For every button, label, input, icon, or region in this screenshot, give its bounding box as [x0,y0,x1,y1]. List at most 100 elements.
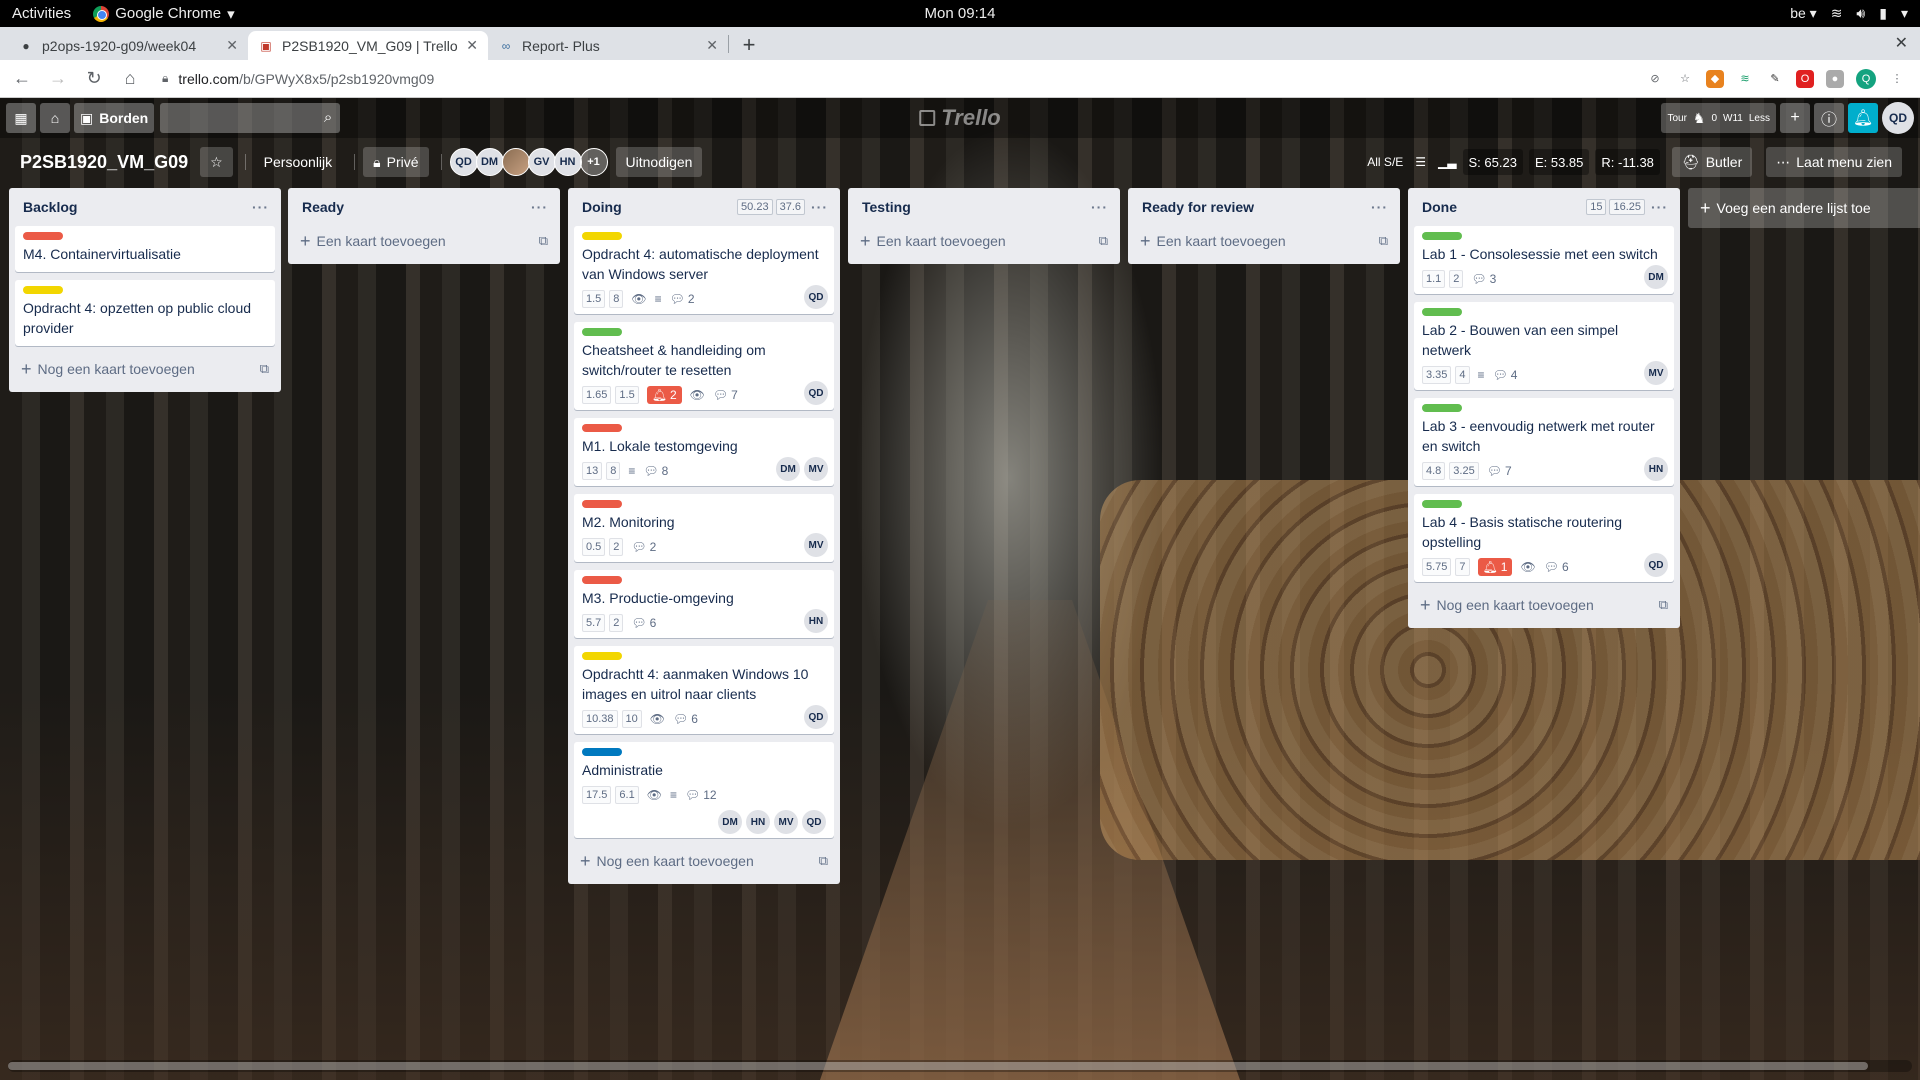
card-member-avatar[interactable]: QD [804,381,828,405]
card[interactable]: M4. Containervirtualisatie [15,226,275,272]
member-avatar[interactable]: GV [527,148,556,176]
member-avatar-photo[interactable] [501,148,530,176]
list-header[interactable]: Done 15 16.25 ··· [1414,188,1674,226]
add-card-button[interactable]: + Een kaart toevoegen ⧉ [1134,226,1394,256]
card-member-avatar[interactable]: QD [804,285,828,309]
card-label-blue[interactable] [582,748,622,756]
template-icon[interactable]: ⧉ [819,853,828,869]
card[interactable]: M1. Lokale testomgeving 13 8 ≡ 💬︎ 8 DM MV [574,418,834,486]
more-members[interactable]: +1 [579,148,608,176]
system-tray[interactable]: be ▾ ≋ 🔊︎ ▮ ▾ [1790,5,1908,22]
template-icon[interactable]: ⧉ [1379,233,1388,249]
info-button[interactable]: ⓘ [1814,103,1844,133]
card-label-red[interactable] [23,232,63,240]
list-icon[interactable]: ☰ [1415,155,1426,169]
card-label-green[interactable] [1422,232,1462,240]
kebab-menu-icon[interactable]: ⋮ [1888,69,1906,88]
team-button[interactable]: Persoonlijk [254,147,342,177]
horizontal-scrollbar[interactable] [8,1060,1912,1072]
list-menu-icon[interactable]: ··· [1371,199,1388,215]
card-label-green[interactable] [1422,308,1462,316]
extension-icon[interactable]: ✎ [1766,69,1784,88]
visibility-button[interactable]: 🔒︎ Privé [363,147,429,177]
add-card-button[interactable]: + Nog een kaart toevoegen ⧉ [574,846,834,876]
extension-badges[interactable]: Tour ♞ 0 W11 Less [1661,103,1776,133]
app-menu[interactable]: Google Chrome ▾ [93,5,235,23]
template-icon[interactable]: ⧉ [539,233,548,249]
browser-tab[interactable]: ∞ Report- Plus ✕ [488,31,728,60]
list-menu-icon[interactable]: ··· [1651,199,1668,215]
browser-tab[interactable]: ● p2ops-1920-g09/week04 ✕ [8,31,248,60]
card-label-green[interactable] [1422,404,1462,412]
card-label-red[interactable] [582,500,622,508]
star-board-button[interactable]: ☆ [200,147,233,177]
list-header[interactable]: Testing ··· [854,188,1114,226]
add-card-button[interactable]: + Een kaart toevoegen ⧉ [854,226,1114,256]
chart-icon[interactable]: ▁▃ [1438,155,1456,169]
metamask-icon[interactable]: ◆ [1706,69,1724,88]
all-se-label[interactable]: All S/E [1367,155,1403,169]
list-header[interactable]: Doing 50.23 37.6 ··· [574,188,834,226]
card-member-avatar[interactable]: DM [1644,265,1668,289]
list-title[interactable]: Doing [582,199,737,215]
list-menu-icon[interactable]: ··· [252,199,269,215]
card-label-red[interactable] [582,576,622,584]
add-card-button[interactable]: + Nog een kaart toevoegen ⧉ [1414,590,1674,620]
invite-button[interactable]: Uitnodigen [615,147,703,177]
card-member-avatar[interactable]: MV [804,533,828,557]
template-icon[interactable]: ⧉ [1099,233,1108,249]
clock[interactable]: Mon 09:14 [925,5,996,22]
close-icon[interactable]: ✕ [706,37,718,54]
activities-button[interactable]: Activities [12,5,71,22]
card-member-avatar[interactable]: QD [802,810,826,834]
list-title[interactable]: Done [1422,199,1586,215]
window-close-icon[interactable]: ✕ [1895,33,1908,53]
add-card-button[interactable]: + Een kaart toevoegen ⧉ [294,226,554,256]
card-label-yellow[interactable] [582,232,622,240]
member-avatar[interactable]: QD [449,148,478,176]
card[interactable]: Administratie 17.5 6.1 👁︎ ≡ 💬︎ 12 DM HN M… [574,742,834,838]
list-menu-icon[interactable]: ··· [811,199,828,215]
card[interactable]: M2. Monitoring 0.5 2 💬︎ 2 MV [574,494,834,562]
extension-icon[interactable]: ● [1826,69,1844,88]
home-button[interactable]: ⌂ [116,65,144,93]
forward-button[interactable]: → [44,65,72,93]
board-title[interactable]: P2SB1920_VM_G09 [20,152,188,173]
profile-avatar[interactable]: Q [1856,68,1876,89]
opera-icon[interactable]: O [1796,69,1814,88]
show-menu-button[interactable]: ⋯ Laat menu zien [1766,147,1902,177]
back-button[interactable]: ← [8,65,36,93]
card-label-green[interactable] [582,328,622,336]
notifications-button[interactable]: 🔔︎ [1848,103,1878,133]
card-member-avatar[interactable]: QD [1644,553,1668,577]
list-title[interactable]: Ready for review [1142,199,1371,215]
card-label-red[interactable] [582,424,622,432]
card[interactable]: Lab 2 - Bouwen van een simpel netwerk 3.… [1414,302,1674,390]
list-header[interactable]: Ready ··· [294,188,554,226]
add-card-button[interactable]: + Nog een kaart toevoegen ⧉ [15,354,275,384]
list-title[interactable]: Backlog [23,199,252,215]
list-title[interactable]: Ready [302,199,531,215]
reload-button[interactable]: ↻ [80,65,108,93]
card[interactable]: Lab 3 - eenvoudig netwerk met router en … [1414,398,1674,486]
card[interactable]: Lab 4 - Basis statische routering opstel… [1414,494,1674,582]
trello-logo[interactable]: Trello [919,105,1001,131]
card[interactable]: M3. Productie-omgeving 5.7 2 💬︎ 6 HN [574,570,834,638]
template-icon[interactable]: ⧉ [1659,597,1668,613]
card-member-avatar[interactable]: HN [746,810,770,834]
address-bar[interactable]: 🔒︎ trello.com/b/GPWyX8x5/p2sb1920vmg09 [152,65,1646,93]
template-icon[interactable]: ⧉ [260,361,269,377]
list-title[interactable]: Testing [862,199,1091,215]
card-member-avatar[interactable]: QD [804,705,828,729]
new-tab-button[interactable]: + [735,31,763,59]
boards-button[interactable]: ▣ Borden [74,103,155,133]
apps-button[interactable]: ▦ [6,103,36,133]
member-avatar[interactable]: DM [475,148,504,176]
card-member-avatar[interactable]: DM [718,810,742,834]
card[interactable]: Opdrachtt 4: aanmaken Windows 10 images … [574,646,834,734]
search-input[interactable]: ⌕ [160,103,341,133]
butler-button[interactable]: ⛑ Butler [1671,147,1753,177]
card[interactable]: Opdracht 4: opzetten op public cloud pro… [15,280,275,346]
translate-icon[interactable]: ⊘ [1646,69,1664,88]
list-header[interactable]: Backlog ··· [15,188,275,226]
